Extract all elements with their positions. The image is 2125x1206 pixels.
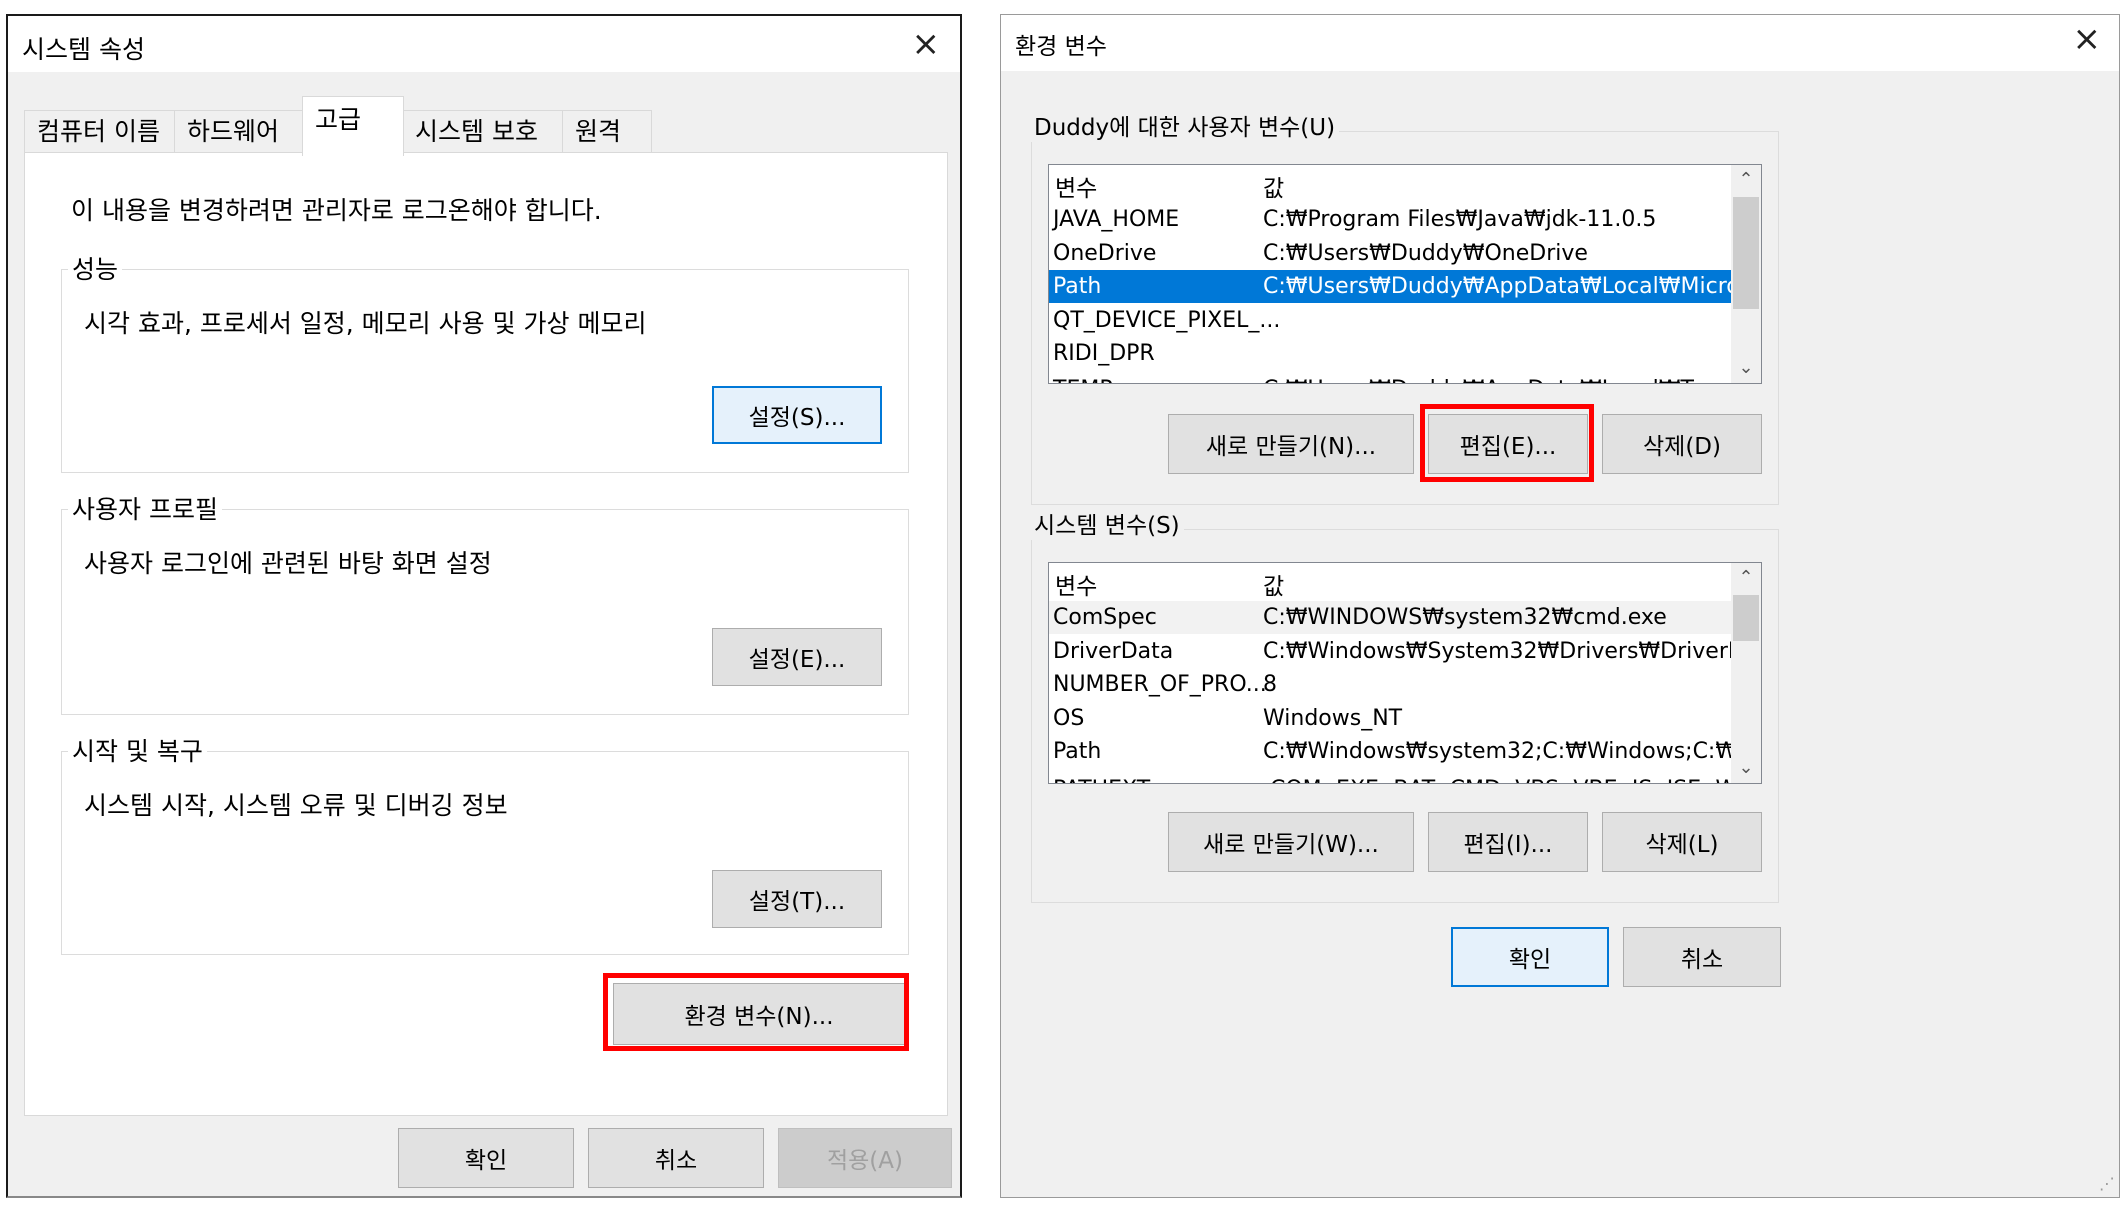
user-profile-group: 사용자 프로필 사용자 로그인에 관련된 바탕 화면 설정 설정(E)... [61, 490, 909, 715]
scroll-thumb[interactable] [1733, 595, 1759, 641]
system-variables-list[interactable]: 변수 값 ComSpec C:₩WINDOWS₩system32₩cmd.exe … [1048, 562, 1762, 784]
user-delete-button[interactable]: 삭제(D) [1602, 414, 1762, 474]
chevron-down-icon[interactable]: ⌄ [1731, 353, 1761, 383]
cancel-button[interactable]: 취소 [1623, 927, 1781, 987]
scrollbar[interactable]: ⌃ ⌄ [1731, 563, 1761, 783]
user-variables-group: Duddy에 대한 사용자 변수(U) 변수 값 JAVA_HOME C:₩Pro… [1030, 108, 1779, 505]
chevron-up-icon[interactable]: ⌃ [1731, 563, 1761, 593]
user-variables-label: Duddy에 대한 사용자 변수(U) [1030, 108, 1340, 142]
system-properties-dialog: 시스템 속성 × 컴퓨터 이름 하드웨어 고급 시스템 보호 원격 이 내용을 … [6, 14, 962, 1198]
tab-advanced[interactable]: 고급 [302, 96, 404, 156]
title-bar: 환경 변수 × [1001, 15, 2119, 71]
list-item[interactable]: RIDI_DPR [1049, 337, 1731, 370]
list-item[interactable]: NUMBER_OF_PRO... 8 [1049, 668, 1731, 701]
system-new-button[interactable]: 새로 만들기(W)... [1168, 812, 1414, 872]
column-header-value[interactable]: 값 [1263, 567, 1284, 601]
dialog-title: 환경 변수 [1015, 34, 1107, 60]
list-item[interactable]: TEMPC:₩Users₩Duddy₩AppData₩Local₩Temp [1049, 373, 1731, 383]
highlight-box [603, 973, 909, 1051]
list-header: 변수 값 [1049, 165, 1731, 203]
list-item-selected[interactable]: Path C:₩Users₩Duddy₩AppData₩Local₩Micros.… [1049, 270, 1761, 303]
tab-computer-name[interactable]: 컴퓨터 이름 [24, 110, 176, 154]
group-description: 시스템 시작, 시스템 오류 및 디버깅 정보 [84, 791, 508, 820]
list-header: 변수 값 [1049, 563, 1731, 601]
performance-group: 성능 시각 효과, 프로세서 일정, 메모리 사용 및 가상 메모리 설정(S)… [61, 250, 909, 473]
column-header-name[interactable]: 변수 [1055, 567, 1097, 601]
close-icon[interactable]: × [2073, 19, 2102, 59]
chevron-up-icon[interactable]: ⌃ [1731, 165, 1761, 195]
list-item[interactable]: PATHEXT.COM;.EXE;.BAT;.CMD;.VBS;.VBE;.JS… [1049, 773, 1731, 783]
list-item[interactable]: DriverData C:₩Windows₩System32₩Drivers₩Dr… [1049, 635, 1761, 668]
list-item[interactable]: OS Windows_NT [1049, 702, 1731, 735]
scrollbar[interactable]: ⌃ ⌄ [1731, 165, 1761, 383]
system-variables-group: 시스템 변수(S) 변수 값 ComSpec C:₩WINDOWS₩system3… [1030, 506, 1779, 903]
user-variables-list[interactable]: 변수 값 JAVA_HOME C:₩Program Files₩Java₩jdk-… [1048, 164, 1762, 384]
resize-grip-icon[interactable]: ⋰ [2099, 1174, 2115, 1193]
system-variables-label: 시스템 변수(S) [1030, 506, 1184, 540]
admin-notice: 이 내용을 변경하려면 관리자로 로그온해야 합니다. [71, 196, 602, 225]
list-item[interactable]: Path C:₩Windows₩system32;C:₩Windows;C:₩W.… [1049, 735, 1761, 768]
group-legend: 사용자 프로필 [68, 490, 222, 526]
startup-recovery-settings-button[interactable]: 설정(T)... [712, 870, 882, 928]
system-edit-button[interactable]: 편집(I)... [1428, 812, 1588, 872]
ok-button[interactable]: 확인 [1451, 927, 1609, 987]
advanced-tab-page: 이 내용을 변경하려면 관리자로 로그온해야 합니다. 성능 시각 효과, 프로… [24, 152, 948, 1116]
group-legend: 시작 및 복구 [68, 732, 207, 768]
tab-remote[interactable]: 원격 [562, 110, 652, 154]
cancel-button[interactable]: 취소 [588, 1128, 764, 1188]
ok-button[interactable]: 확인 [398, 1128, 574, 1188]
list-item[interactable]: ComSpec C:₩WINDOWS₩system32₩cmd.exe [1049, 601, 1731, 634]
title-bar: 시스템 속성 × [8, 16, 960, 72]
tab-hardware[interactable]: 하드웨어 [174, 110, 304, 154]
list-item[interactable]: QT_DEVICE_PIXEL_... [1049, 304, 1731, 337]
user-new-button[interactable]: 새로 만들기(N)... [1168, 414, 1414, 474]
apply-button[interactable]: 적용(A) [778, 1128, 952, 1188]
group-description: 사용자 로그인에 관련된 바탕 화면 설정 [84, 549, 492, 578]
group-description: 시각 효과, 프로세서 일정, 메모리 사용 및 가상 메모리 [84, 309, 647, 338]
close-icon[interactable]: × [912, 24, 941, 64]
column-header-value[interactable]: 값 [1263, 169, 1284, 203]
environment-variables-dialog: 환경 변수 × Duddy에 대한 사용자 변수(U) 변수 값 JAVA_HO… [1000, 14, 2120, 1198]
group-legend: 성능 [68, 250, 123, 286]
startup-recovery-group: 시작 및 복구 시스템 시작, 시스템 오류 및 디버깅 정보 설정(T)... [61, 732, 909, 955]
chevron-down-icon[interactable]: ⌄ [1731, 753, 1761, 783]
system-delete-button[interactable]: 삭제(L) [1602, 812, 1762, 872]
list-item[interactable]: JAVA_HOME C:₩Program Files₩Java₩jdk-11.0.… [1049, 203, 1731, 236]
performance-settings-button[interactable]: 설정(S)... [712, 386, 882, 444]
highlight-box [1420, 404, 1594, 482]
column-header-name[interactable]: 변수 [1055, 169, 1097, 203]
user-profile-settings-button[interactable]: 설정(E)... [712, 628, 882, 686]
scroll-thumb[interactable] [1733, 197, 1759, 309]
list-item[interactable]: OneDrive C:₩Users₩Duddy₩OneDrive [1049, 237, 1731, 270]
tab-system-protection[interactable]: 시스템 보호 [402, 110, 564, 154]
dialog-title: 시스템 속성 [22, 35, 145, 64]
